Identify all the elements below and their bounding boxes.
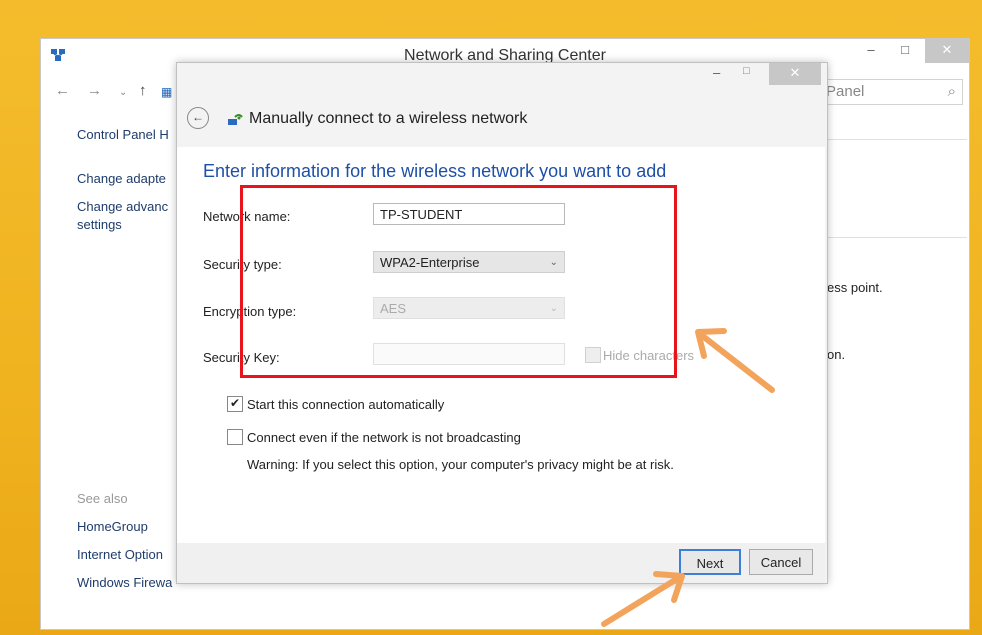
screen: { "window": { "title": "Network and Shar… (0, 0, 982, 635)
annotation-arrow-icon (695, 328, 775, 393)
annotation-arrows (601, 328, 775, 627)
annotation-arrow-icon (601, 571, 685, 627)
